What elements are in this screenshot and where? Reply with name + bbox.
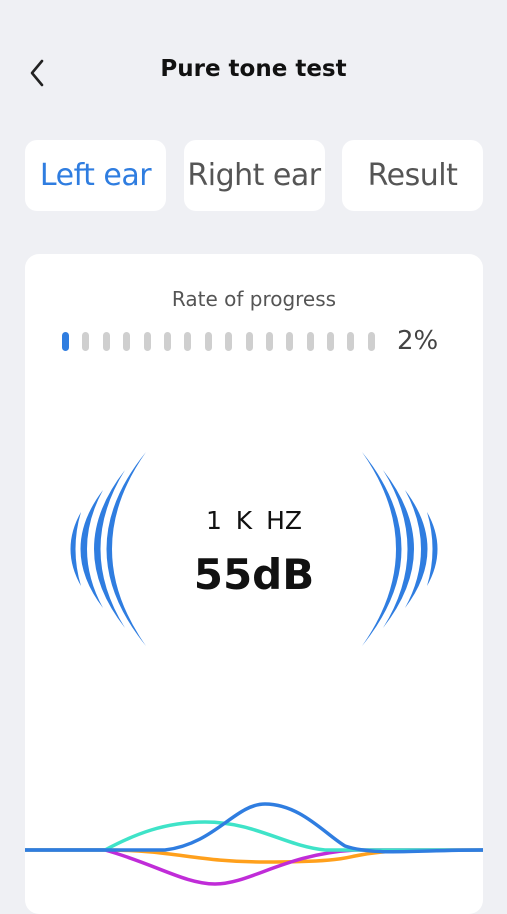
- progress-segment: [306, 332, 314, 351]
- progress-segment: [184, 332, 192, 351]
- progress-segment: [347, 332, 355, 351]
- progress-segment: [163, 332, 171, 351]
- progress-segment: [204, 332, 212, 351]
- test-card: Rate of progress 2% 1 K HZ 55dB: [25, 254, 483, 914]
- progress-segment: [225, 332, 233, 351]
- tab-result[interactable]: Result: [342, 140, 483, 211]
- ear-tabs: Left ear Right ear Result: [25, 140, 483, 211]
- wave-arc-right-1: [362, 452, 402, 646]
- progress-bar: [62, 332, 388, 351]
- decibel-level: 55dB: [193, 550, 315, 599]
- waveform-cyan: [25, 820, 483, 852]
- tab-right-ear[interactable]: Right ear: [183, 140, 325, 211]
- tab-left-ear[interactable]: Left ear: [25, 140, 166, 211]
- waveform-blue: [25, 802, 483, 854]
- frequency-label: 1 K HZ: [205, 506, 303, 535]
- wave-arc-left-1: [106, 452, 146, 646]
- header: Pure tone test: [0, 0, 507, 140]
- progress-segment: [367, 332, 375, 351]
- progress-segment: [245, 332, 253, 351]
- progress-segment: [82, 332, 90, 351]
- sound-wave-arcs-icon: [70, 452, 438, 646]
- progress-segment: [143, 332, 151, 351]
- progress-segment: [327, 332, 335, 351]
- progress-segment: [123, 332, 131, 351]
- progress-segment: [62, 332, 69, 351]
- page-title: Pure tone test: [160, 56, 347, 82]
- progress-label: Rate of progress: [171, 287, 337, 311]
- waveform-graphic: [25, 802, 483, 886]
- progress-segment: [265, 332, 273, 351]
- progress-segment: [286, 332, 294, 351]
- progress-segment: [102, 332, 110, 351]
- progress-percent: 2%: [397, 326, 439, 356]
- waveform-purple: [25, 848, 483, 886]
